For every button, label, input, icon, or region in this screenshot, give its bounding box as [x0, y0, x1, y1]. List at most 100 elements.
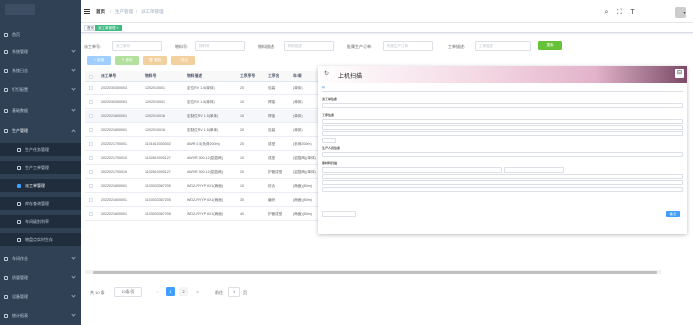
table-cell: 护套成型: [268, 212, 283, 216]
row-checkbox[interactable]: [89, 142, 93, 146]
sidebar-subitem-task[interactable]: 生产任务管理: [0, 143, 81, 156]
sidebar-item-label: 基础数据: [12, 107, 28, 113]
sidebar-item-base-data[interactable]: 基础数据: [0, 104, 81, 117]
prev-page-button[interactable]: <: [153, 287, 162, 296]
dialog-tab[interactable]: ▤: [322, 85, 325, 89]
chevron-down-icon: [71, 86, 76, 91]
tag-dispatch[interactable]: 派工单管理 ×: [95, 25, 122, 31]
sidebar-item-equipment[interactable]: 设备管理: [0, 290, 81, 303]
add-button[interactable]: + 新增: [87, 56, 111, 65]
section-step-info: 工序信息: [322, 113, 335, 117]
breadcrumb-home[interactable]: 首页: [96, 9, 105, 15]
sidebar-item-workshop[interactable]: 车间作业: [0, 252, 81, 265]
sidebar-item-log[interactable]: 系统日志: [0, 64, 81, 77]
sidebar-subitem-rate[interactable]: 车间级别利率: [0, 215, 81, 228]
order-desc-select[interactable]: 工单描述: [475, 41, 531, 51]
refresh-icon[interactable]: ↻: [324, 70, 329, 77]
fullscreen-icon[interactable]: ⛶: [616, 9, 623, 16]
table-cell: 10: [240, 100, 244, 104]
chevron-down-icon: [71, 293, 76, 298]
caret-down-icon[interactable]: ▾: [681, 9, 688, 16]
page-size-select[interactable]: 10条/页: [114, 287, 142, 297]
sidebar-item-production[interactable]: 生产管理: [0, 124, 81, 137]
row-checkbox[interactable]: [89, 156, 93, 160]
select-all-checkbox[interactable]: [89, 75, 93, 79]
search-button[interactable]: 搜索: [538, 41, 562, 50]
log-icon: [4, 68, 8, 73]
sidebar-item-system[interactable]: 系统管理: [0, 45, 81, 58]
close-icon[interactable]: ⊟: [675, 69, 684, 78]
row-checkbox[interactable]: [89, 128, 93, 132]
font-size-icon[interactable]: T: [629, 9, 636, 16]
table-scrollbar[interactable]: [85, 270, 661, 274]
workshop-icon: [4, 256, 8, 261]
delete-button[interactable]: 🗑 删除: [143, 56, 167, 65]
task-icon: [17, 147, 21, 152]
row-checkbox[interactable]: [89, 114, 93, 118]
table-cell: 1202010016: [145, 114, 165, 118]
data-icon: [4, 108, 8, 113]
table-cell: 10: [240, 114, 244, 118]
sidebar-subitem-order[interactable]: 生产工单管理: [0, 161, 81, 174]
table-cell: (单体): [293, 114, 303, 118]
dialog-bottom-input[interactable]: [322, 211, 356, 217]
sidebar-item-label: 生产任务管理: [25, 146, 49, 152]
table-cell: WDZ-RYYP 6X1(两面): [187, 198, 224, 202]
row-checkbox[interactable]: [89, 212, 93, 216]
table-cell: 10: [240, 184, 244, 188]
sidebar-item-label: 派工单管理: [25, 182, 45, 188]
export-button[interactable]: ↓ 导出: [171, 56, 195, 65]
sidebar-item-dingtalk[interactable]: 钉钉配置: [0, 83, 81, 96]
sidebar-item-label: 统计报表: [12, 312, 28, 318]
search-icon[interactable]: ⌕: [603, 9, 610, 16]
hamburger-icon[interactable]: [84, 9, 90, 14]
goto-page-input[interactable]: 1: [228, 287, 240, 297]
sidebar-subitem-inventory[interactable]: 库存查询管理: [0, 197, 81, 210]
material-desc-input[interactable]: 物料描述: [284, 41, 334, 51]
navbar: 首页 / 生产管理 / 派工单管理 ⌕ ⛶ T ▾: [81, 0, 693, 23]
table-cell: (两面)(50m): [293, 184, 312, 188]
scan-qty-input[interactable]: [504, 167, 564, 173]
material-no-input[interactable]: 物料号: [195, 41, 245, 51]
row-checkbox[interactable]: [89, 100, 93, 104]
sidebar-subitem-dispatch[interactable]: 派工单管理: [0, 179, 81, 192]
sidebar-item-report[interactable]: 统计报表: [0, 309, 81, 322]
next-page-button[interactable]: >: [193, 287, 202, 296]
col-material-no: 物料号: [145, 74, 157, 78]
divider: [322, 91, 683, 92]
sidebar-item-label: 首页: [12, 31, 20, 37]
confirm-button[interactable]: 确 定: [666, 211, 680, 217]
sidebar-item-label: 车间作业: [12, 255, 28, 261]
table-cell: 护套成型: [268, 170, 283, 174]
table-cell: 1101610303002: [145, 142, 171, 146]
step-info-row-3: [322, 131, 683, 136]
dispatch-no-input[interactable]: 派工单号: [112, 41, 162, 51]
report-icon: [4, 313, 8, 318]
order-input[interactable]: 所属生产订单: [383, 41, 433, 51]
breadcrumb-production[interactable]: 生产管理: [115, 9, 133, 15]
material-desc-label: 物料描述:: [258, 44, 276, 49]
sidebar-item-home[interactable]: 首页: [0, 28, 81, 41]
chevron-down-icon: [71, 255, 76, 260]
table-cell: (两面)(50m): [293, 198, 312, 202]
sidebar-subitem-count[interactable]: 物盘点实时生存: [0, 233, 81, 246]
row-checkbox[interactable]: [89, 86, 93, 90]
table-cell: 1202010001: [145, 100, 165, 104]
chevron-down-icon: [71, 274, 76, 279]
table-cell: 20: [240, 170, 244, 174]
table-cell: 1103033367205: [145, 212, 171, 216]
scan-result-row-1: [322, 174, 683, 179]
chevron-down-icon: [71, 67, 76, 72]
row-checkbox[interactable]: [89, 184, 93, 188]
table-cell: 2022021600001: [101, 198, 127, 202]
edit-button[interactable]: ✎ 修改: [115, 56, 139, 65]
table-cell: (铝箔两)(单体): [293, 170, 316, 174]
row-checkbox[interactable]: [89, 198, 93, 202]
page-2-button[interactable]: 2: [179, 287, 188, 296]
sidebar-item-quality[interactable]: 质量管理: [0, 271, 81, 284]
chevron-up-icon: [71, 129, 76, 134]
dialog-header: ↻ 上机扫描 ⊟: [318, 66, 687, 83]
row-checkbox[interactable]: [89, 170, 93, 174]
scan-input[interactable]: [322, 167, 502, 173]
page-1-button[interactable]: 1: [166, 287, 175, 296]
